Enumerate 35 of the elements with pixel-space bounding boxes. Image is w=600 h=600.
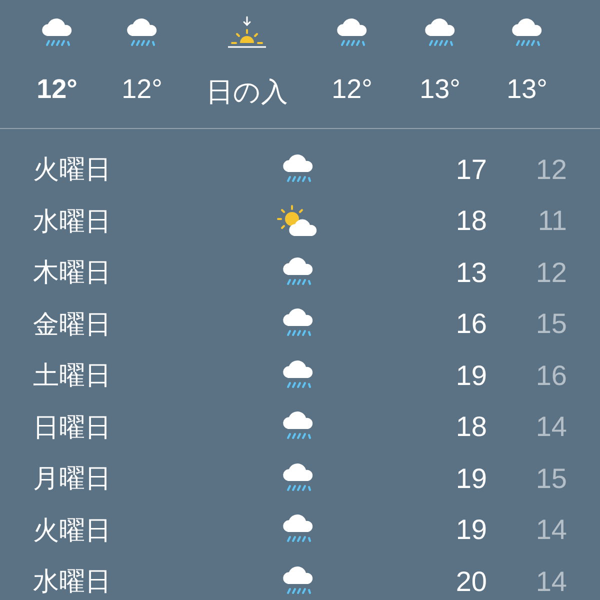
day-name: 木曜日 xyxy=(33,256,112,290)
sun-behind-cloud-icon xyxy=(277,204,319,238)
day-name: 火曜日 xyxy=(33,514,112,547)
high-temperature: 16 xyxy=(454,308,487,340)
low-temperature: 12 xyxy=(534,154,567,186)
day-name: 月曜日 xyxy=(33,462,112,496)
low-temperature: 14 xyxy=(534,411,567,444)
low-temperature: 15 xyxy=(534,308,567,340)
low-temperature: 16 xyxy=(534,360,567,392)
day-name: 金曜日 xyxy=(33,308,112,341)
sunset-icon xyxy=(227,16,267,50)
hour-temperature: 12° xyxy=(332,74,372,105)
hour-temperature: 12° xyxy=(36,74,78,105)
hour-temperature: 12° xyxy=(122,74,162,105)
low-temperature: 12 xyxy=(534,256,567,289)
day-name: 火曜日 xyxy=(33,153,112,186)
day-name: 水曜日 xyxy=(33,204,112,238)
day-name: 土曜日 xyxy=(33,359,112,392)
high-temperature: 18 xyxy=(454,205,487,238)
hour-temperature: 13° xyxy=(420,74,460,105)
hour-temperature: 13° xyxy=(506,74,548,105)
high-temperature: 13 xyxy=(454,256,487,289)
high-temperature: 19 xyxy=(454,360,487,392)
high-temperature: 19 xyxy=(454,462,487,495)
high-temperature: 19 xyxy=(454,514,487,546)
day-name: 水曜日 xyxy=(33,565,112,598)
high-temperature: 20 xyxy=(454,566,487,598)
low-temperature: 15 xyxy=(534,462,567,495)
high-temperature: 17 xyxy=(454,154,487,186)
low-temperature: 14 xyxy=(534,566,567,598)
low-temperature: 14 xyxy=(534,514,567,546)
sunset-label: 日の入 xyxy=(206,76,288,109)
high-temperature: 18 xyxy=(454,411,487,444)
low-temperature: 11 xyxy=(536,205,567,238)
day-name: 日曜日 xyxy=(33,410,112,444)
